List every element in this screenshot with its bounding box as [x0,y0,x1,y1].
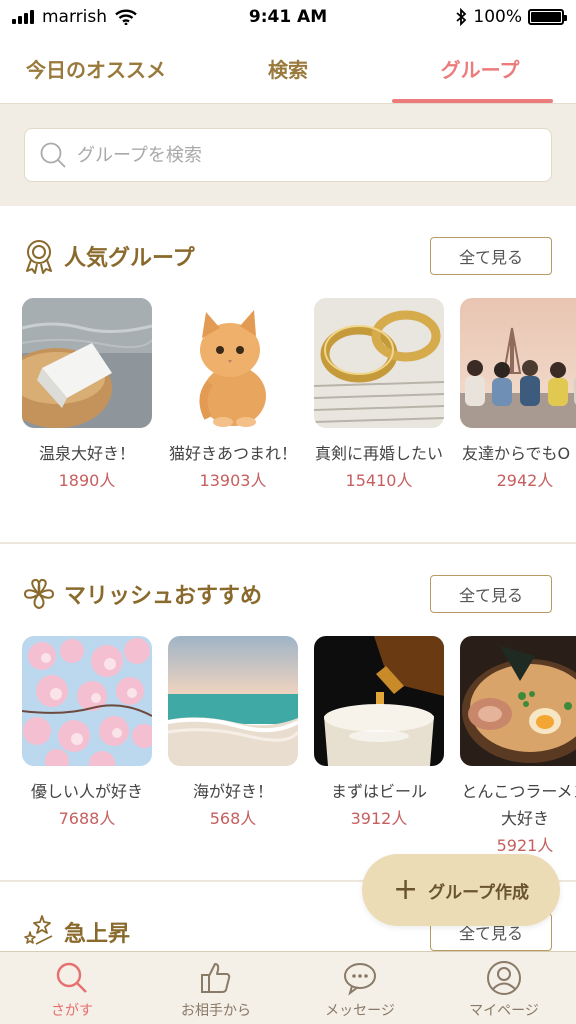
popular-groups-section: 人気グループ 全て見る 温泉大好き！ 1890人 猫好きあつまれ！ 13903人… [0,206,576,542]
group-name: 真剣に再婚したい [314,444,443,463]
top-tabs: 今日のオススメ 検索 グループ [0,34,576,104]
recommended-title: マリッシュおすすめ [22,577,262,611]
status-left: marrish [12,7,137,27]
group-card[interactable]: 友達からでもO 2942人 [460,298,576,494]
popular-header: 人気グループ 全て見る [22,236,552,276]
rising-title: 急上昇 [22,914,130,950]
popular-see-all-button[interactable]: 全て見る [430,237,552,275]
nav-likes[interactable]: お相手から [144,952,288,1024]
status-right: 100% [455,7,567,27]
tab-search[interactable]: 検索 [192,34,384,103]
clover-icon [23,578,55,610]
tab-groups[interactable]: グループ [384,34,576,103]
recommended-card-list: 優しい人が好き 7688人 海が好き！ 568人 まずはビール 3912人 とん… [22,636,576,859]
member-count: 2942人 [496,471,554,490]
bottom-nav: さがす お相手から メッセージ マイページ [0,951,576,1024]
group-card[interactable]: 猫好きあつまれ！ 13903人 [168,298,298,494]
group-search-input[interactable] [77,144,537,166]
search-icon [40,142,66,168]
recommended-see-all-button[interactable]: 全て見る [430,575,552,613]
group-card[interactable]: まずはビール 3912人 [314,636,444,859]
member-count: 7688人 [58,809,116,828]
person-icon [487,961,521,995]
wifi-icon [115,9,137,25]
hot-spring-image [22,298,152,428]
group-card[interactable]: とんこつラーメン大好き 5921人 [460,636,576,859]
group-name: 猫好きあつまれ！ [168,444,297,463]
thumbs-up-icon [201,963,231,993]
ramen-image [460,636,576,766]
recommended-groups-section: マリッシュおすすめ 全て見る 優しい人が好き 7688人 海が好き！ 568人 … [0,544,576,880]
search-icon [56,962,87,993]
plus-icon: + [392,872,419,907]
beach-image [168,636,298,766]
group-name: とんこつラーメン大好き [461,782,576,828]
kitten-image [168,298,298,428]
create-group-button[interactable]: + グループ作成 [362,854,560,926]
beer-image [314,636,444,766]
rising-title-text: 急上昇 [64,922,131,947]
member-count: 13903人 [199,471,267,490]
sparkle-stars-icon [24,915,53,945]
member-count: 568人 [209,809,257,828]
popular-title: 人気グループ [22,238,195,274]
signal-icon [12,10,34,24]
battery-percent: 100% [473,7,522,27]
group-card[interactable]: 海が好き！ 568人 [168,636,298,859]
battery-icon [528,9,567,25]
group-name: まずはビール [330,782,427,801]
group-name: 海が好き！ [192,782,273,801]
cherry-blossom-image [22,636,152,766]
nav-mypage[interactable]: マイページ [432,952,576,1024]
group-name: 優しい人が好き [30,782,143,801]
group-card[interactable]: 温泉大好き！ 1890人 [22,298,152,494]
recommended-header: マリッシュおすすめ 全て見る [22,574,552,614]
chat-icon [344,963,376,996]
nav-likes-label: お相手から [181,1003,251,1019]
tab-todays-picks[interactable]: 今日のオススメ [0,34,192,103]
popular-card-list: 温泉大好き！ 1890人 猫好きあつまれ！ 13903人 真剣に再婚したい 15… [22,298,576,494]
member-count: 3912人 [350,809,408,828]
carrier-name: marrish [42,7,108,27]
wedding-rings-image [314,298,444,428]
group-card[interactable]: 優しい人が好き 7688人 [22,636,152,859]
search-box[interactable] [24,128,552,182]
member-count: 15410人 [345,471,413,490]
group-name: 温泉大好き！ [38,444,135,463]
group-card[interactable]: 真剣に再婚したい 15410人 [314,298,444,494]
award-ribbon-icon [26,240,52,274]
popular-title-text: 人気グループ [64,246,195,271]
status-bar: marrish 9:41 AM 100% [0,0,576,34]
member-count: 1890人 [58,471,116,490]
bluetooth-icon [456,8,467,26]
nav-messages[interactable]: メッセージ [288,952,432,1024]
nav-messages-label: メッセージ [325,1003,395,1019]
search-area [0,104,576,206]
nav-search-label: さがす [51,1003,93,1019]
group-name: 友達からでもO [462,444,571,463]
recommended-title-text: マリッシュおすすめ [64,584,263,609]
nav-search[interactable]: さがす [0,952,144,1024]
friends-image [460,298,576,428]
create-group-label: グループ作成 [428,882,530,903]
nav-mypage-label: マイページ [469,1003,539,1019]
